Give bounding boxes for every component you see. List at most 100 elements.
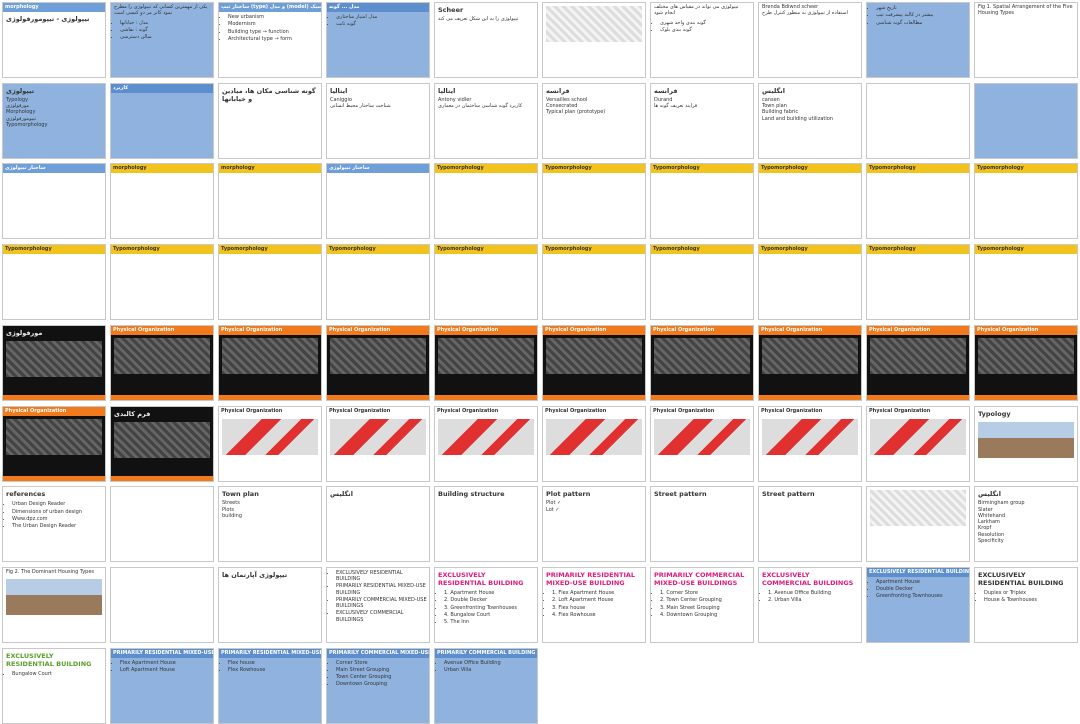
slide-thumbnail[interactable]: Typomorphology: [758, 163, 862, 240]
slide-thumbnail[interactable]: EXCLUSIVELY COMMERCIAL BUILDINGS1. Avenu…: [758, 566, 862, 643]
slide-thumbnail[interactable]: ساختار تیپولوژی: [2, 163, 106, 240]
slide-thumbnail[interactable]: انگلیس: [326, 486, 430, 563]
slide-thumbnail[interactable]: Physical Organization: [326, 405, 430, 482]
slide-thumbnail[interactable]: کاربرد: [110, 82, 214, 159]
slide-thumbnail[interactable]: PRIMARILY RESIDENTIAL MIXED-USE BUILDING…: [110, 647, 214, 724]
slide-thumbnail[interactable]: تاریخ شهربیشتر در کالبد پیشرفت تیپ مطالعا…: [866, 2, 970, 78]
slide-thumbnail[interactable]: ایتالیا Caniggio شناخت ساختار محیط انسانی: [326, 82, 430, 159]
slide-thumbnail[interactable]: Typomorphology: [866, 244, 970, 321]
slide-thumbnail[interactable]: [974, 82, 1078, 159]
slide-thumbnail[interactable]: Physical Organization: [542, 324, 646, 401]
slide-thumbnail[interactable]: Fig 2. The Dominant Housing Types: [2, 566, 106, 643]
slide-thumbnail[interactable]: EXCLUSIVELY RESIDENTIAL BUILDINGApartmen…: [866, 566, 970, 643]
slide-thumbnail[interactable]: فرانسه Versailles school Consecrated Typi…: [542, 82, 646, 159]
slide-thumbnail[interactable]: ایتالیا Antony vidler کاربرد گونه شناسی س…: [434, 82, 538, 159]
slide-thumbnail[interactable]: Physical Organization: [326, 324, 430, 401]
slide-thumbnail[interactable]: Physical Organization: [866, 324, 970, 401]
slide-thumbnail[interactable]: یکی از مهمترین کسانی که تیپولوژی را مطرح…: [110, 2, 214, 78]
slide-thumbnail[interactable]: PRIMARILY RESIDENTIAL MIXED-USE BUILDING…: [218, 647, 322, 724]
slide-thumbnail[interactable]: morphology: [110, 163, 214, 240]
slide-thumbnail[interactable]: Brenda Bdiwnd scheer استفاده از تیپولوژی…: [758, 2, 862, 78]
slide-thumbnail[interactable]: PRIMARILY COMMERCIAL MIXED-USE BUILDINGC…: [326, 647, 430, 724]
slide-thumbnail[interactable]: Physical Organization: [866, 405, 970, 482]
slide-thumbnail[interactable]: ساختار تیپ (type) و مدل (model) در ساختا…: [218, 2, 322, 78]
slide-thumbnail[interactable]: Physical Organization: [650, 405, 754, 482]
slide-thumbnail[interactable]: Typomorphology: [2, 244, 106, 321]
slide-thumbnail[interactable]: Typomorphology: [218, 244, 322, 321]
slide-thumbnail[interactable]: Physical Organization: [650, 324, 754, 401]
slide-thumbnail[interactable]: Typomorphology: [758, 244, 862, 321]
slide-thumbnail[interactable]: Typomorphology: [542, 244, 646, 321]
slide-thumbnail[interactable]: Physical Organization: [758, 405, 862, 482]
slide-thumbnail[interactable]: فرانسه Durand فرایند تعریف گونه ها: [650, 82, 754, 159]
slide-thumbnail[interactable]: تیپولوژی آپارتمان ها: [218, 566, 322, 643]
slide-thumbnail[interactable]: EXCLUSIVELY RESIDENTIAL BUILDINGPRIMARIL…: [326, 566, 430, 643]
slide-thumbnail[interactable]: Typomorphology: [110, 244, 214, 321]
slide-thumbnail[interactable]: Typomorphology: [650, 244, 754, 321]
slide-thumbnail[interactable]: EXCLUSIVELY RESIDENTIAL BUILDINGDuplex o…: [974, 566, 1078, 643]
slide-thumbnail[interactable]: ساختار تیپولوژی: [326, 163, 430, 240]
slide-thumbnail[interactable]: تیپولوژی Typology مورفولوژی Morphology تی…: [2, 82, 106, 159]
slide-thumbnail[interactable]: morphology تیپولوژی - تیپومورفولوژی: [2, 2, 106, 78]
slide-thumbnail[interactable]: [110, 486, 214, 563]
slide-thumbnail[interactable]: PRIMARILY RESIDENTIAL MIXED-USE BUILDING…: [542, 566, 646, 643]
slide-thumbnail[interactable]: [110, 566, 214, 643]
slide-thumbnail[interactable]: Typomorphology: [434, 244, 538, 321]
slide-bullet: PRIMARILY RESIDENTIAL MIXED-USE BUILDING: [336, 583, 427, 596]
slide-thumbnail[interactable]: Scheer تیپولوژی را به این شکل تعریف می کن…: [434, 2, 538, 78]
slide-thumbnail[interactable]: Town plan Streets Plots building: [218, 486, 322, 563]
slide-thumbnail[interactable]: Physical Organization: [434, 405, 538, 482]
slide-thumbnail[interactable]: Street pattern: [650, 486, 754, 563]
slide-thumbnail[interactable]: Physical Organization: [2, 405, 106, 482]
slide-thumbnail[interactable]: Building structure: [434, 486, 538, 563]
slide-thumbnail[interactable]: تیپولوژی می تواند در مقیاس های مختلف انج…: [650, 2, 754, 78]
slide-thumbnail[interactable]: مورفولوژی: [2, 324, 106, 401]
slide-thumbnail[interactable]: Typomorphology: [974, 244, 1078, 321]
slide-thumbnail[interactable]: Typomorphology: [650, 163, 754, 240]
slide-header: Physical Organization: [867, 325, 969, 335]
slide-thumbnail[interactable]: morphology: [218, 163, 322, 240]
slide-title: ایتالیا: [438, 86, 456, 95]
slide-thumbnail[interactable]: Plot pattern Plot ✓ Lot ✓: [542, 486, 646, 563]
slide-thumbnail[interactable]: فرم کالبدی: [110, 405, 214, 482]
slide-thumbnail[interactable]: انگلیس Birmingham group Slater Whitehand …: [974, 486, 1078, 563]
slide-header: Typomorphology: [759, 245, 861, 255]
slide-thumbnail[interactable]: [542, 2, 646, 78]
slide-thumbnail[interactable]: [866, 82, 970, 159]
slide-thumbnail[interactable]: references Urban Design Reader Dimensions …: [2, 486, 106, 563]
slide-thumbnail[interactable]: Typomorphology: [866, 163, 970, 240]
slide-thumbnail[interactable]: گونه شناسی مکان ها، میادین و خیابانها: [218, 82, 322, 159]
slide-thumbnail[interactable]: Typomorphology: [326, 244, 430, 321]
slide-thumbnail[interactable]: Typomorphology: [434, 163, 538, 240]
slide-figure: [870, 490, 966, 527]
slide-figure: [222, 107, 318, 143]
slide-title: EXCLUSIVELY COMMERCIAL BUILDINGS: [762, 570, 854, 588]
slide-thumbnail[interactable]: Physical Organization: [542, 405, 646, 482]
slide-figure: [438, 502, 534, 538]
slide-thumbnail[interactable]: انگلیس cansen Town plan Building fabric L…: [758, 82, 862, 159]
slide-bullet: Modernism: [228, 21, 319, 27]
slide-thumbnail[interactable]: Physical Organization: [758, 324, 862, 401]
slide-thumbnail[interactable]: EXCLUSIVELY RESIDENTIAL BUILDING1. Apart…: [434, 566, 538, 643]
slide-header: EXCLUSIVELY RESIDENTIAL BUILDING: [867, 567, 969, 577]
slide-thumbnail[interactable]: PRIMARILY COMMERCIAL MIXED-USE BUILDINGS…: [650, 566, 754, 643]
slide-title: فرانسه: [546, 86, 570, 95]
slide-bullet: 5. The Inn: [444, 619, 535, 625]
slide-thumbnail[interactable]: مدل ... گونهمدل امتیاز ساختاریگونه ثابت: [326, 2, 430, 78]
slide-thumbnail[interactable]: Fig 1. Spatial Arrangement of the Five H…: [974, 2, 1078, 78]
slide-thumbnail[interactable]: Typology: [974, 405, 1078, 482]
slide-thumbnail[interactable]: EXCLUSIVELY RESIDENTIAL BUILDING Bungalow…: [2, 647, 106, 724]
slide-thumbnail[interactable]: [866, 486, 970, 563]
slide-thumbnail[interactable]: Typomorphology: [542, 163, 646, 240]
slide-thumbnail[interactable]: Physical Organization: [218, 405, 322, 482]
slide-thumbnail[interactable]: Street pattern: [758, 486, 862, 563]
slide-bullet-list: 1. Corner Store2. Town Center Grouping 3.…: [651, 588, 753, 618]
slide-header: Physical Organization: [545, 407, 607, 414]
slide-thumbnail[interactable]: Physical Organization: [218, 324, 322, 401]
slide-thumbnail[interactable]: Physical Organization: [434, 324, 538, 401]
slide-thumbnail[interactable]: Physical Organization: [110, 324, 214, 401]
slide-thumbnail[interactable]: Typomorphology: [974, 163, 1078, 240]
slide-thumbnail[interactable]: PRIMARILY COMMERCIAL BUILDINGAvenue Offi…: [434, 647, 538, 724]
slide-thumbnail[interactable]: Physical Organization: [974, 324, 1078, 401]
slide-bullet: 4. Bungalow Court: [444, 612, 535, 618]
